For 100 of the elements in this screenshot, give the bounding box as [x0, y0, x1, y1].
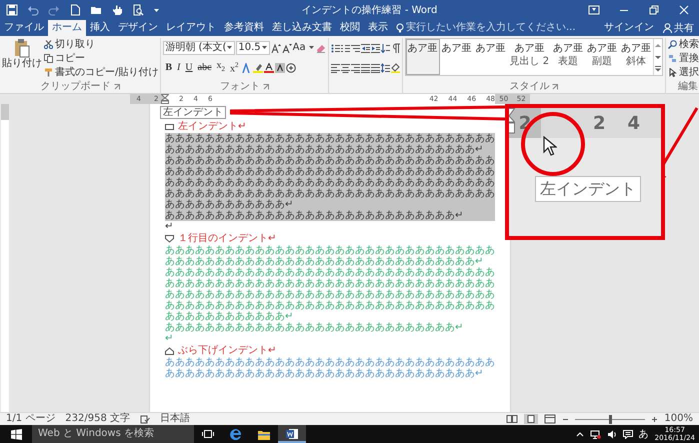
format-button[interactable]: x$^{2}$: [228, 58, 241, 77]
hand-icon[interactable]: [111, 4, 123, 16]
sort-icon[interactable]: [380, 42, 390, 52]
tab[interactable]: ホーム: [48, 20, 86, 36]
shrink-font-icon[interactable]: [282, 42, 292, 52]
format-button[interactable]: B: [163, 60, 174, 74]
paragraph-text: あああああああああああああああああああああああああああああ↵: [165, 322, 464, 333]
scroll-up-icon[interactable]: [654, 41, 662, 49]
enclosed-character-icon[interactable]: [286, 62, 296, 72]
network-icon[interactable]: [590, 430, 601, 438]
font-size-field[interactable]: 10.5: [236, 40, 270, 54]
ime-indicator[interactable]: あ: [638, 427, 649, 441]
format-button[interactable]: I: [175, 60, 182, 74]
more-icon[interactable]: [654, 65, 662, 73]
style-item[interactable]: あア亜 斜体: [619, 39, 654, 75]
search-icon: [668, 40, 678, 49]
increase-indent-icon[interactable]: [370, 42, 380, 52]
font-name-field[interactable]: 游明朝 (本文(: [163, 40, 236, 54]
distributed-icon[interactable]: [370, 62, 380, 72]
highlighter-icon[interactable]: [252, 62, 263, 72]
format-button[interactable]: U: [183, 60, 195, 74]
tab[interactable]: 表示: [364, 20, 392, 36]
replace-button[interactable]: 置換: [668, 52, 699, 65]
align-right-icon[interactable]: [350, 62, 360, 72]
tab[interactable]: 参考資料: [220, 20, 268, 36]
ribbon-display-icon: [588, 5, 600, 15]
tab[interactable]: 校閲: [336, 20, 364, 36]
multilevel-list-icon[interactable]: [350, 42, 360, 52]
style-item[interactable]: あア亜: [406, 39, 440, 75]
undo-icon[interactable]: [27, 4, 39, 16]
tab[interactable]: ファイル: [0, 20, 48, 36]
word-app-button[interactable]: [278, 425, 306, 443]
style-item[interactable]: あア亜: [474, 39, 508, 75]
copy-button[interactable]: コピー: [44, 52, 158, 65]
paragraph-text: ああああああああああああああああああああああああああああああああああああああああああああああああああああああああああああああああああああああああああああああああああああああああああああああああああああああああああああああああああああああああああああああああああああああああああああああああ↵: [165, 267, 495, 322]
folder-icon[interactable]: [90, 4, 102, 16]
search-field[interactable]: Web と Windows を検索: [32, 425, 194, 443]
style-item[interactable]: あア亜 見出し 2: [508, 39, 552, 75]
font-color-icon[interactable]: [264, 62, 274, 72]
print-preview-icon[interactable]: [132, 4, 144, 16]
speaker-icon[interactable]: [606, 430, 617, 438]
save-icon[interactable]: [6, 4, 18, 16]
sign-in-link[interactable]: サインイン: [600, 20, 658, 36]
justify-icon[interactable]: [360, 62, 370, 72]
format-painter-button[interactable]: 書式のコピー/貼り付け: [44, 66, 158, 79]
read-mode-icon[interactable]: [506, 414, 518, 424]
new-document-icon[interactable]: [69, 4, 81, 16]
character-shading-icon[interactable]: [274, 62, 285, 72]
decrease-indent-icon[interactable]: [360, 42, 370, 52]
format-button[interactable]: abc: [196, 60, 214, 74]
paste-button[interactable]: 貼り付け: [2, 38, 42, 81]
tell-me-field[interactable]: 実行したい作業を入力してください...: [406, 20, 576, 36]
dialog-launcher-icon[interactable]: [262, 84, 269, 90]
indent-marker-icon[interactable]: [161, 94, 169, 104]
web-layout-icon[interactable]: [544, 414, 556, 424]
text-effects-icon[interactable]: [242, 62, 252, 72]
group-label: 編集: [678, 81, 698, 93]
caret-icon[interactable]: [153, 6, 160, 14]
style-item[interactable]: あア亜: [440, 39, 474, 75]
numbering-icon[interactable]: [340, 42, 350, 52]
scroll-down-icon[interactable]: [654, 53, 662, 61]
zoom-in-icon[interactable]: [651, 414, 658, 424]
change-case-button[interactable]: Aa: [292, 41, 315, 54]
paragraph-mark-icon[interactable]: [390, 42, 400, 52]
tooltip: 左インデント: [160, 106, 226, 119]
person-icon: [663, 23, 672, 33]
tab[interactable]: デザイン: [114, 20, 162, 36]
tab[interactable]: 挿入: [86, 20, 114, 36]
align-left-icon[interactable]: [330, 62, 340, 72]
chevron-up-icon[interactable]: [576, 430, 584, 438]
dialog-launcher-icon[interactable]: [552, 84, 558, 90]
style-item[interactable]: あア亜 副題: [585, 39, 620, 75]
zoom-slider-thumb[interactable]: [609, 414, 612, 424]
align-center-icon[interactable]: [340, 62, 350, 72]
share-button[interactable]: 共有: [658, 20, 699, 36]
zoom-level: 100%: [664, 413, 693, 425]
line-spacing-icon[interactable]: [380, 62, 390, 72]
lightbulb-icon: [396, 22, 404, 34]
section-heading: ぶら下げインデント↵: [178, 345, 276, 356]
bullets-icon[interactable]: [330, 42, 340, 52]
format-button[interactable]: x$_{2}$: [214, 59, 228, 76]
shading-icon[interactable]: [390, 62, 400, 72]
window-title: インデントの操作練習 - Word: [300, 4, 438, 17]
message-icon[interactable]: [622, 430, 633, 438]
grow-font-icon[interactable]: [270, 42, 281, 52]
replace-icon: [668, 54, 678, 63]
find-button[interactable]: 検索: [668, 38, 699, 51]
cut-button[interactable]: 切り取り: [44, 38, 158, 51]
print-layout-icon[interactable]: [524, 414, 538, 424]
cursor-icon: [668, 68, 678, 77]
clear-formatting-icon[interactable]: [316, 42, 326, 52]
windows-logo-icon: [10, 428, 22, 440]
tab[interactable]: レイアウト: [162, 20, 220, 36]
scissors-icon: [44, 40, 53, 49]
tab[interactable]: 差し込み文書: [268, 20, 336, 36]
close-icon: [679, 5, 689, 15]
proofing-icon[interactable]: [140, 414, 150, 424]
select-button[interactable]: 選択: [668, 66, 699, 79]
style-item[interactable]: あア亜 表題: [551, 39, 586, 75]
dialog-launcher-icon[interactable]: [114, 84, 120, 90]
